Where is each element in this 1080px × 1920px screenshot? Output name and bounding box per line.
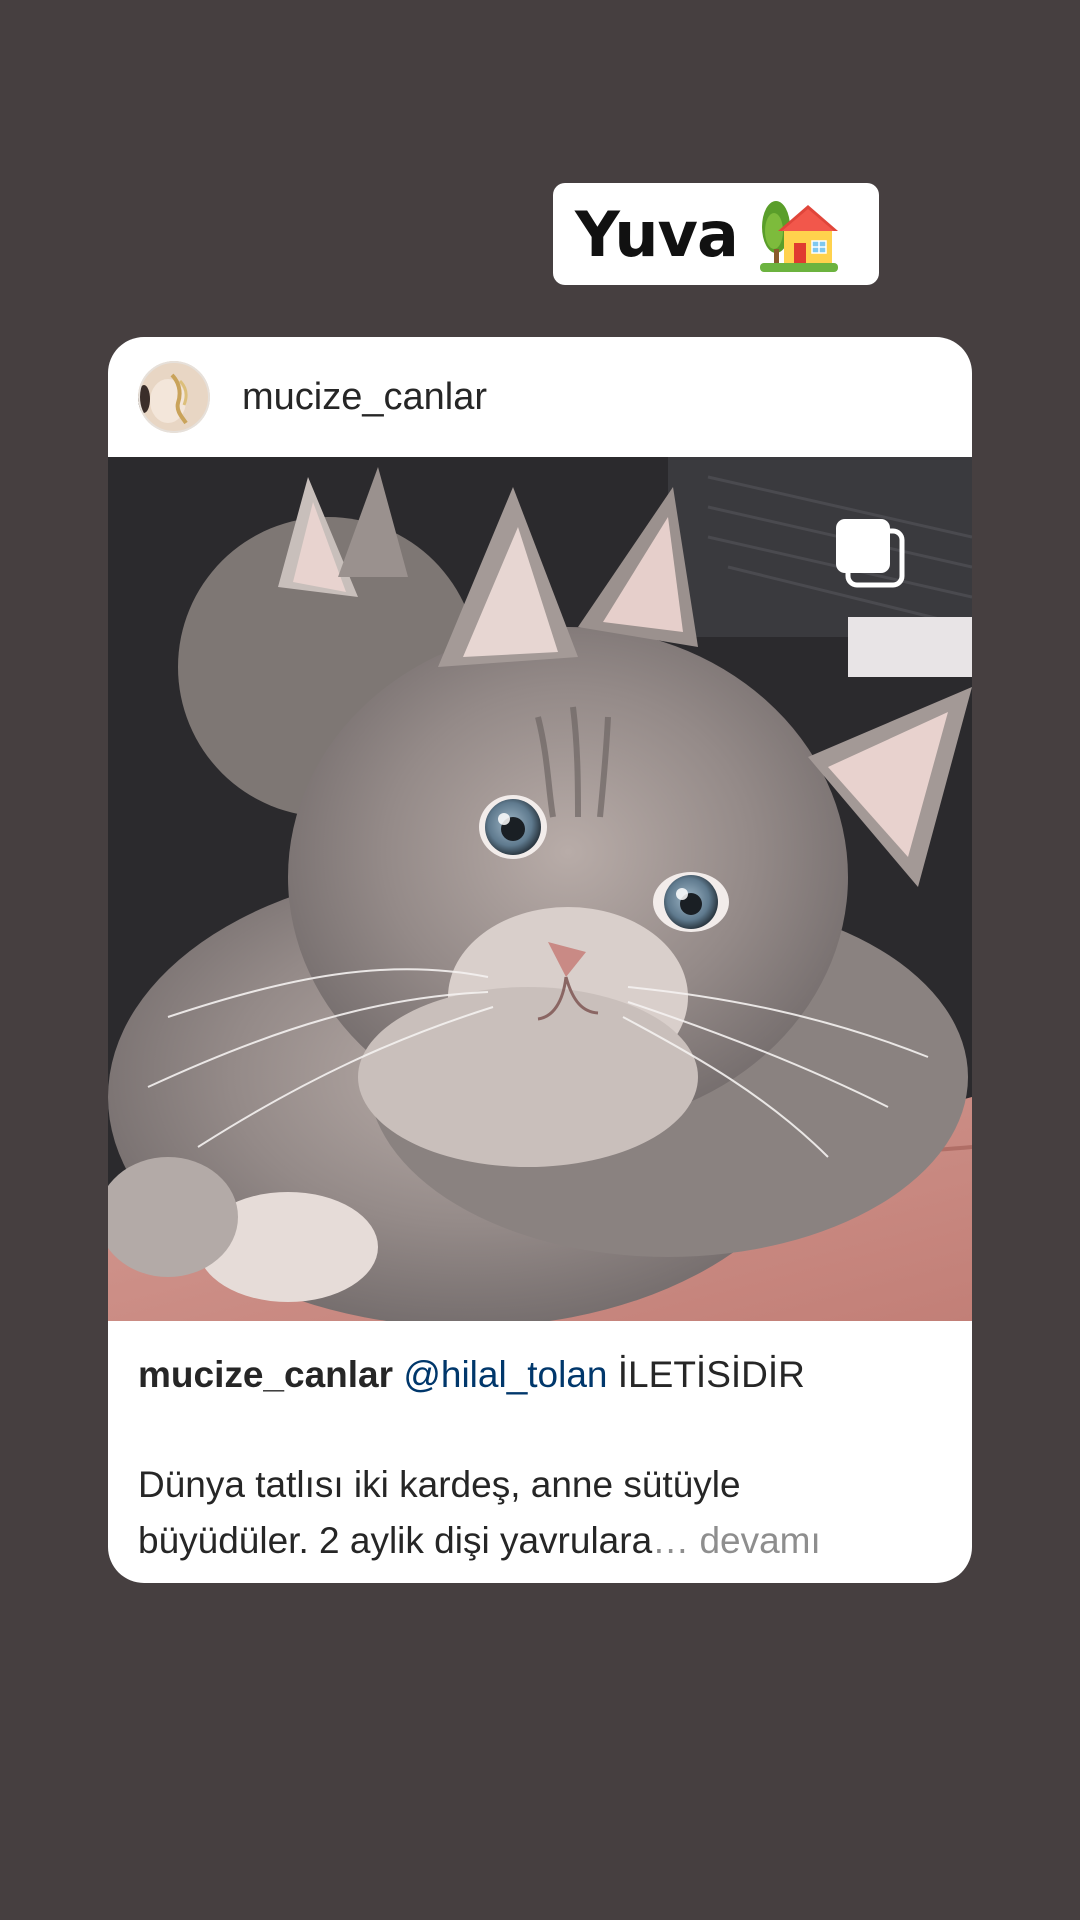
caption-more-link[interactable]: devamı (699, 1520, 820, 1561)
caption-text-line-2-text: büyüdüler. 2 aylik dişi yavrulara (138, 1520, 653, 1561)
post-username[interactable]: mucize_canlar (242, 376, 487, 419)
profile-avatar[interactable] (138, 361, 210, 433)
shared-post-card[interactable]: mucize_canlar mucize_canlar @hilal_tolan… (108, 337, 972, 1583)
location-sticker[interactable]: Yuva (553, 183, 879, 285)
house-with-garden-icon (756, 191, 842, 277)
caption-text-line-2: büyüdüler. 2 aylik dişi yavrulara… devam… (138, 1513, 942, 1569)
caption-ellipsis: … (652, 1520, 690, 1561)
post-photo[interactable] (108, 457, 972, 1321)
caption-username[interactable]: mucize_canlar (138, 1354, 393, 1395)
post-header: mucize_canlar (108, 337, 972, 457)
caption-mention-link[interactable]: @hilal_tolan (403, 1354, 607, 1395)
sticker-label: Yuva (575, 197, 739, 271)
multiple-photos-icon (832, 515, 908, 591)
caption-headline: İLETİSİDİR (617, 1354, 805, 1395)
caption-text-line-1: Dünya tatlısı iki kardeş, anne sütüyle (138, 1464, 741, 1505)
post-caption: mucize_canlar @hilal_tolan İLETİSİDİR Dü… (108, 1321, 972, 1569)
caption-first-line: mucize_canlar @hilal_tolan İLETİSİDİR (138, 1347, 942, 1403)
